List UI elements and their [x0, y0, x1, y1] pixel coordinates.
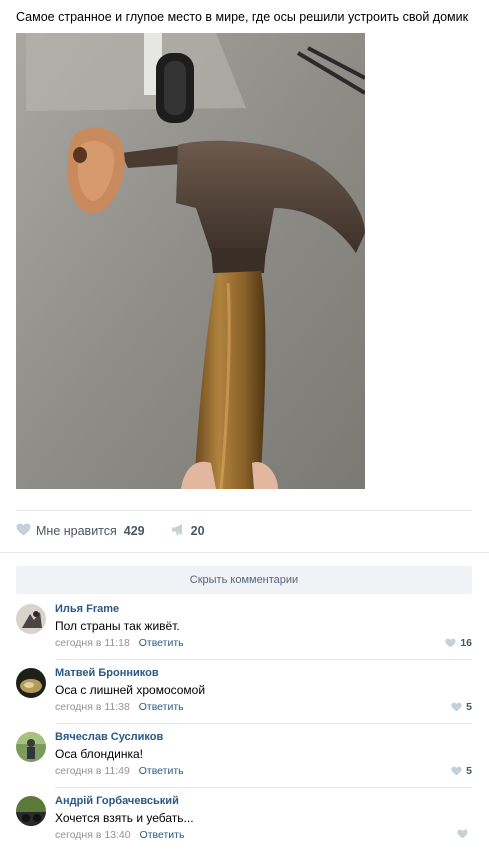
post-text: Самое странное и глупое место в мире, гд… — [16, 10, 469, 24]
comment-meta: сегодня в 11:18 Ответить — [55, 637, 184, 649]
comment-meta: сегодня в 11:38 Ответить — [55, 701, 184, 713]
comment-like-button[interactable]: 5 — [451, 701, 472, 713]
heart-icon — [451, 766, 462, 776]
comment-author[interactable]: Андрій Горбачевський — [55, 795, 179, 807]
comment-like-button[interactable]: 5 — [451, 765, 472, 777]
comment-time[interactable]: сегодня в 11:49 — [55, 765, 130, 777]
comment-time[interactable]: сегодня в 13:40 — [55, 829, 131, 841]
comment-text: Оса с лишней хромосомой — [55, 683, 206, 697]
post-divider — [16, 510, 472, 511]
like-count: 429 — [123, 524, 145, 538]
megaphone-icon — [171, 523, 185, 539]
reply-link[interactable]: Ответить — [140, 829, 185, 841]
comment-author[interactable]: Илья Frame — [55, 603, 119, 615]
post-photo[interactable] — [16, 33, 365, 489]
share-count: 20 — [190, 524, 205, 538]
comment-item: Андрій Горбачевський Хочется взять и уеб… — [16, 788, 472, 852]
avatar[interactable] — [16, 604, 46, 634]
section-divider — [0, 552, 489, 553]
comment-like-count: 16 — [460, 637, 472, 649]
reply-link[interactable]: Ответить — [139, 701, 184, 713]
like-button[interactable]: Мне нравится 429 — [16, 523, 145, 539]
comment-author[interactable]: Матвей Бронников — [55, 667, 159, 679]
comment-time[interactable]: сегодня в 11:18 — [55, 637, 130, 649]
avatar[interactable] — [16, 732, 46, 762]
comment-time[interactable]: сегодня в 11:38 — [55, 701, 130, 713]
comment-text: Оса блондинка! — [55, 747, 143, 761]
post-actions: Мне нравится 429 20 — [16, 520, 205, 542]
comment-like-button[interactable] — [457, 829, 472, 839]
heart-icon — [16, 523, 31, 539]
comment-item: Илья Frame Пол страны так живёт. сегодня… — [16, 596, 472, 660]
comment-author[interactable]: Вячеслав Сусликов — [55, 731, 163, 743]
comment-meta: сегодня в 11:49 Ответить — [55, 765, 184, 777]
reply-link[interactable]: Ответить — [139, 637, 184, 649]
comment-text: Пол страны так живёт. — [55, 619, 180, 633]
avatar[interactable] — [16, 796, 46, 826]
comment-like-button[interactable]: 16 — [445, 637, 472, 649]
like-label: Мне нравится — [36, 524, 117, 538]
reply-link[interactable]: Ответить — [139, 765, 184, 777]
comment-item: Вячеслав Сусликов Оса блондинка! сегодня… — [16, 724, 472, 788]
avatar[interactable] — [16, 668, 46, 698]
comment-meta: сегодня в 13:40 Ответить — [55, 829, 184, 841]
comment-item: Матвей Бронников Оса с лишней хромосомой… — [16, 660, 472, 724]
heart-icon — [451, 702, 462, 712]
comment-text: Хочется взять и уебать... — [55, 811, 194, 825]
share-button[interactable]: 20 — [171, 523, 205, 539]
heart-icon — [457, 829, 468, 839]
hide-comments-button[interactable]: Скрыть комментарии — [16, 566, 472, 594]
comment-like-count: 5 — [466, 701, 472, 713]
heart-icon — [445, 638, 456, 648]
comment-like-count: 5 — [466, 765, 472, 777]
